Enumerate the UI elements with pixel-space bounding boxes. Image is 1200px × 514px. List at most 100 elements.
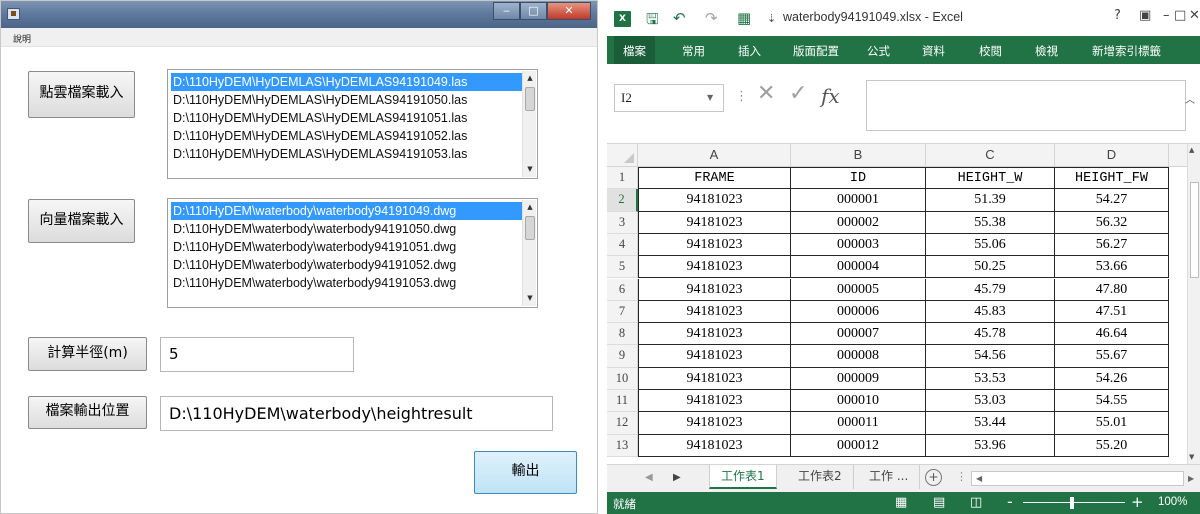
- row-header[interactable]: 11: [607, 390, 638, 413]
- column-header[interactable]: D: [1055, 144, 1169, 167]
- close-icon[interactable]: ✕: [1189, 8, 1200, 23]
- table-cell[interactable]: 53.03: [926, 390, 1055, 413]
- header-cell[interactable]: FRAME: [638, 167, 791, 190]
- row-header[interactable]: 5: [607, 256, 638, 279]
- tab-new-tab[interactable]: 新增索引標籤: [1092, 43, 1161, 59]
- table-cell[interactable]: 45.78: [926, 323, 1055, 346]
- table-cell[interactable]: 000002: [791, 211, 926, 234]
- las-list-scrollbar[interactable]: ▲ ▼: [522, 71, 536, 177]
- scroll-down-icon[interactable]: ▼: [1189, 453, 1194, 461]
- table-cell[interactable]: 000005: [791, 278, 926, 301]
- table-cell[interactable]: 56.27: [1055, 233, 1169, 257]
- table-cell[interactable]: 55.67: [1055, 345, 1169, 368]
- select-all-corner[interactable]: [607, 144, 638, 167]
- table-cell[interactable]: 45.79: [926, 278, 1055, 301]
- table-cell[interactable]: 000009: [791, 367, 926, 390]
- table-cell[interactable]: 53.44: [926, 412, 1055, 435]
- load-point-cloud-button[interactable]: 點雲檔案載入: [28, 71, 135, 118]
- chevron-up-icon[interactable]: ︿: [1185, 91, 1195, 106]
- excel-titlebar[interactable]: X 🖫 ↶ ↷ ▦ ⇣ waterbody94191049.xlsx - Exc…: [607, 0, 1200, 36]
- sheet-tab[interactable]: 工作表1: [709, 465, 777, 489]
- add-sheet-icon[interactable]: +: [925, 469, 942, 486]
- list-item[interactable]: D:\110HyDEM\HyDEMLAS\HyDEMLAS94191050.la…: [171, 91, 467, 109]
- table-cell[interactable]: 55.20: [1055, 434, 1169, 457]
- list-item[interactable]: D:\110HyDEM\waterbody\waterbody94191050.…: [171, 220, 456, 238]
- app-titlebar[interactable]: ‒ □ ✕: [1, 1, 597, 28]
- las-file-list[interactable]: D:\110HyDEM\HyDEMLAS\HyDEMLAS94191049.la…: [167, 69, 538, 179]
- scroll-thumb[interactable]: [525, 216, 535, 240]
- list-item[interactable]: D:\110HyDEM\waterbody\waterbody94191053.…: [171, 274, 456, 292]
- formula-input[interactable]: [866, 80, 1186, 131]
- table-cell[interactable]: 000010: [791, 390, 926, 413]
- table-cell[interactable]: 000004: [791, 256, 926, 279]
- table-cell[interactable]: 94181023: [638, 367, 791, 390]
- tab-view[interactable]: 檢視: [1035, 43, 1058, 59]
- load-vector-button[interactable]: 向量檔案載入: [28, 199, 135, 243]
- table-cell[interactable]: 51.39: [926, 189, 1055, 212]
- table-cell[interactable]: 47.51: [1055, 300, 1169, 324]
- page-break-view-icon[interactable]: ◫: [970, 495, 982, 510]
- help-icon[interactable]: ?: [1114, 8, 1121, 23]
- dwg-list-scrollbar[interactable]: ▲ ▼: [522, 200, 536, 306]
- list-item[interactable]: D:\110HyDEM\HyDEMLAS\HyDEMLAS94191052.la…: [171, 127, 467, 145]
- splitter-icon[interactable]: ⋮: [956, 470, 967, 483]
- sheet-tab[interactable]: 工作表2: [787, 465, 854, 489]
- ribbon-display-options-icon[interactable]: ▣: [1139, 8, 1151, 23]
- radius-input[interactable]: 5: [160, 337, 354, 372]
- table-cell[interactable]: 56.32: [1055, 211, 1169, 234]
- table-cell[interactable]: 94181023: [638, 278, 791, 301]
- zoom-in-icon[interactable]: +: [1131, 493, 1144, 511]
- table-cell[interactable]: 50.25: [926, 256, 1055, 279]
- maximize-icon[interactable]: □: [1174, 8, 1186, 23]
- enter-icon[interactable]: ✓: [789, 81, 807, 106]
- table-cell[interactable]: 000006: [791, 300, 926, 324]
- list-item[interactable]: D:\110HyDEM\HyDEMLAS\HyDEMLAS94191053.la…: [171, 145, 467, 163]
- zoom-level[interactable]: 100%: [1158, 496, 1187, 508]
- output-path-input[interactable]: D:\110HyDEM\waterbody\heightresult: [160, 396, 553, 431]
- table-cell[interactable]: 000012: [791, 434, 926, 457]
- tab-review[interactable]: 校閱: [979, 43, 1002, 59]
- list-item[interactable]: D:\110HyDEM\waterbody\waterbody94191052.…: [171, 256, 456, 274]
- table-cell[interactable]: 94181023: [638, 189, 791, 212]
- output-button[interactable]: 輸出: [474, 451, 577, 494]
- table-cell[interactable]: 94181023: [638, 211, 791, 234]
- table-cell[interactable]: 94181023: [638, 434, 791, 457]
- minimize-button[interactable]: ‒: [493, 2, 520, 20]
- form-icon[interactable]: ▦: [737, 9, 751, 27]
- zoom-slider-thumb[interactable]: [1070, 497, 1074, 509]
- cancel-icon[interactable]: ✕: [757, 81, 775, 106]
- column-header[interactable]: C: [926, 144, 1055, 167]
- row-header[interactable]: 1: [607, 167, 638, 190]
- table-cell[interactable]: 54.55: [1055, 390, 1169, 413]
- table-cell[interactable]: 000008: [791, 345, 926, 368]
- table-cell[interactable]: 94181023: [638, 390, 791, 413]
- scroll-thumb[interactable]: [1190, 182, 1199, 278]
- table-cell[interactable]: 000007: [791, 323, 926, 346]
- chevron-left-icon[interactable]: ◀: [645, 472, 653, 483]
- menu-item-help[interactable]: 說明: [13, 32, 31, 45]
- list-item[interactable]: D:\110HyDEM\waterbody\waterbody94191051.…: [171, 238, 456, 256]
- scroll-down-icon[interactable]: ▼: [524, 163, 536, 176]
- customize-qat-icon[interactable]: ⇣: [767, 12, 776, 25]
- redo-icon[interactable]: ↷: [705, 9, 718, 27]
- table-cell[interactable]: 45.83: [926, 300, 1055, 324]
- table-cell[interactable]: 55.38: [926, 211, 1055, 234]
- spreadsheet-grid[interactable]: A B C D 1 FRAME ID HEIGHT_W HEIGHT_FW 2 941810…: [607, 144, 1187, 464]
- scroll-right-icon[interactable]: ▶: [1188, 474, 1194, 483]
- table-cell[interactable]: 46.64: [1055, 323, 1169, 346]
- chevron-right-icon[interactable]: ▶: [673, 472, 681, 483]
- tab-home[interactable]: 常用: [682, 43, 705, 59]
- scroll-down-icon[interactable]: ▼: [524, 292, 536, 305]
- table-cell[interactable]: 53.96: [926, 434, 1055, 457]
- table-cell[interactable]: 94181023: [638, 323, 791, 346]
- table-cell[interactable]: 54.26: [1055, 367, 1169, 390]
- table-cell[interactable]: 55.06: [926, 233, 1055, 257]
- table-cell[interactable]: 94181023: [638, 233, 791, 257]
- page-layout-view-icon[interactable]: ▤: [933, 495, 945, 510]
- row-header[interactable]: 13: [607, 434, 638, 457]
- close-button[interactable]: ✕: [547, 2, 591, 20]
- tab-formulas[interactable]: 公式: [867, 43, 890, 59]
- scroll-thumb[interactable]: [525, 87, 535, 111]
- header-cell[interactable]: ID: [791, 167, 926, 190]
- tab-file[interactable]: 檔案: [614, 36, 655, 64]
